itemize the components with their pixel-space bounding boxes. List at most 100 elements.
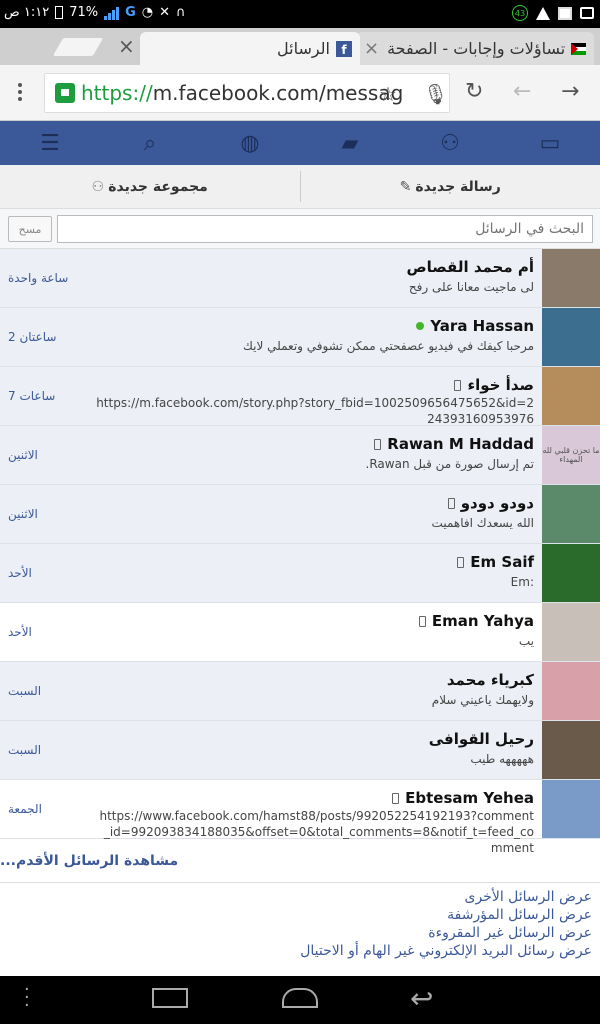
- tab-inactive[interactable]: × تساؤلات وإجابات - الصفحة: [356, 32, 594, 65]
- thread-row[interactable]: صدأ خواء https://m.facebook.com/story.php…: [0, 367, 600, 426]
- url-scheme: https://: [81, 81, 153, 105]
- tab-close-icon[interactable]: ×: [364, 38, 379, 59]
- recent-apps-icon[interactable]: [152, 988, 188, 1008]
- thread-snippet: هههههه طيب: [470, 752, 534, 766]
- image-notification-icon: [558, 6, 572, 20]
- thread-name: Eman Yahya: [431, 612, 534, 630]
- facebook-icon: f: [336, 40, 352, 57]
- thread-name-row: Rawan M Haddad: [374, 435, 534, 453]
- headphones-icon: ∩: [176, 5, 186, 20]
- mobile-icon: [447, 497, 455, 509]
- thread-time: 7 ساعات: [8, 389, 56, 403]
- thread-name-row: Yara Hassan: [416, 317, 534, 335]
- thread-snippet: :Em: [510, 575, 534, 589]
- news-feed-icon[interactable]: ▭: [500, 121, 600, 165]
- forward-icon[interactable]: →: [561, 79, 579, 104]
- archived-messages-link[interactable]: عرض الرسائل المؤرشفة: [8, 906, 592, 924]
- thread-snippet: لى ماجيت معانا على رفح: [408, 280, 534, 294]
- group-icon: ⚇: [91, 178, 105, 195]
- back-icon[interactable]: ←: [513, 79, 531, 104]
- hamburger-icon[interactable]: ☰: [0, 121, 100, 165]
- messages-icon[interactable]: ▰: [300, 121, 400, 165]
- search-icon[interactable]: ⌕: [100, 121, 200, 165]
- search-input[interactable]: [57, 215, 593, 243]
- thread-row[interactable]: Eman Yahya يب الأحد: [0, 603, 600, 662]
- thread-name: صدأ خواء: [467, 376, 534, 394]
- android-nav-bar: · · · ↩: [0, 976, 600, 1024]
- avatar: [542, 249, 600, 307]
- thread-time: الاثنين: [8, 448, 38, 462]
- thread-name: دودو دودو: [460, 494, 534, 512]
- compose-icon: ✎: [399, 178, 412, 195]
- new-tab-button[interactable]: [52, 38, 104, 56]
- thread-snippet: ولايهمك ياعيني سلام: [431, 693, 534, 707]
- thread-row[interactable]: ما تحزن قلبي لله المهداء Rawan M Haddad تم…: [0, 426, 600, 485]
- thread-time: الجمعة: [8, 802, 42, 816]
- thread-name: رحيل القوافى: [428, 730, 534, 748]
- thread-name-row: رحيل القوافى: [429, 730, 534, 748]
- thread-snippet: الله يسعدك افاهميت: [431, 516, 534, 530]
- back-nav-icon[interactable]: ↩: [410, 982, 433, 1015]
- footer-links: عرض الرسائل الأخرى عرض الرسائل المؤرشفة …: [0, 883, 600, 965]
- thread-time: السبت: [8, 684, 42, 698]
- avatar: [542, 367, 600, 425]
- thread-row[interactable]: Yara Hassan مرحبا كيفك في فيديو عصفحتي مم…: [0, 308, 600, 367]
- search-row: مسح: [0, 209, 600, 249]
- close-icon[interactable]: ×: [118, 34, 135, 58]
- thread-snippet: مرحبا كيفك في فيديو عصفحتي ممكن تشوفي وت…: [243, 339, 534, 353]
- online-status-icon: [416, 322, 425, 330]
- new-message-button[interactable]: رسالة جديدة ✎: [301, 165, 600, 208]
- tab-title: تساؤلات وإجابات - الصفحة: [387, 39, 566, 58]
- mobile-icon: [392, 792, 400, 804]
- mobile-icon: [457, 556, 465, 568]
- warning-icon: [536, 6, 550, 20]
- new-group-button[interactable]: مجموعة جديدة ⚇: [0, 165, 300, 208]
- thread-snippet: https://www.facebook.com/hamst88/posts/9…: [99, 809, 535, 855]
- wifi-icon: ◔: [141, 5, 154, 20]
- thread-time: السبت: [8, 743, 42, 757]
- menu-dots-icon[interactable]: · · ·: [24, 981, 30, 1015]
- facebook-nav: ☰ ⌕ ◍ ▰ ⚇ ▭: [0, 121, 600, 165]
- mute-icon: ✕: [159, 5, 171, 20]
- thread-time: الاثنين: [8, 507, 38, 521]
- thread-name-row: كبرياء محمد: [447, 671, 534, 689]
- clear-button[interactable]: مسح: [8, 216, 52, 242]
- home-icon[interactable]: [282, 988, 318, 1008]
- notification-badge: 43: [512, 5, 528, 21]
- thread-name-row: صدأ خواء: [454, 376, 534, 394]
- mobile-icon: [454, 379, 462, 391]
- tab-active[interactable]: الرسائل f: [140, 32, 360, 65]
- url-text: m.facebook.com/messag: [152, 81, 404, 105]
- other-messages-link[interactable]: عرض الرسائل الأخرى: [8, 888, 593, 906]
- battery-icon: [55, 6, 64, 19]
- menu-icon[interactable]: [18, 83, 22, 104]
- battery-percent: 71%: [69, 5, 99, 20]
- new-message-label: رسالة جديدة: [415, 178, 501, 195]
- thread-name: أم محمد القصاص: [406, 258, 534, 276]
- thread-name-row: Eman Yahya: [418, 612, 534, 630]
- address-bar[interactable]: https:// m.facebook.com/messag ☆ 🎙: [44, 73, 450, 113]
- thread-row[interactable]: رحيل القوافى هههههه طيب السبت: [0, 721, 600, 780]
- mobile-icon: [374, 438, 382, 450]
- spam-messages-link[interactable]: عرض رسائل البريد الإلكتروني غير الهام أو…: [8, 942, 592, 960]
- avatar: [542, 721, 600, 779]
- friends-icon[interactable]: ⚇: [400, 121, 500, 165]
- thread-time: الأحد: [8, 625, 32, 639]
- thread-name: Em Saif: [470, 553, 534, 571]
- thread-row[interactable]: كبرياء محمد ولايهمك ياعيني سلام السبت: [0, 662, 600, 721]
- thread-row[interactable]: Ebtesam Yehea https://www.facebook.com/ha…: [0, 780, 600, 855]
- microphone-icon[interactable]: 🎙: [423, 82, 448, 106]
- status-bar: ١:١٢ ص 71% G ◔ ✕ ∩ 43: [0, 0, 600, 28]
- reload-icon[interactable]: ↻: [465, 79, 483, 104]
- thread-row[interactable]: أم محمد القصاص لى ماجيت معانا على رفح ساعة…: [0, 249, 600, 308]
- unread-messages-link[interactable]: عرض الرسائل غير المقروءة: [8, 924, 592, 942]
- star-icon[interactable]: ☆: [379, 82, 397, 106]
- palestine-flag-icon: [571, 42, 586, 55]
- avatar: [542, 662, 600, 720]
- app-notification-icon: [580, 7, 594, 19]
- thread-row[interactable]: دودو دودو الله يسعدك افاهميت الاثنين: [0, 485, 600, 544]
- thread-name-row: Em Saif: [457, 553, 534, 571]
- thread-row[interactable]: Em Saif:Em الأحد: [0, 544, 600, 603]
- thread-name-row: دودو دودو: [447, 494, 534, 512]
- globe-icon[interactable]: ◍: [200, 121, 300, 165]
